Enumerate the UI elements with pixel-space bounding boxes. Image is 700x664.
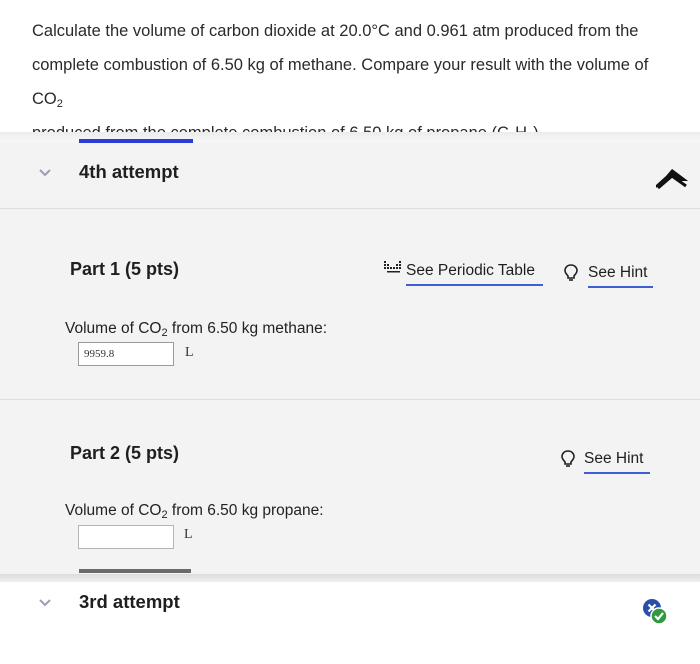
divider xyxy=(0,399,700,400)
lightbulb-icon[interactable] xyxy=(561,450,575,468)
chevron-down-icon[interactable] xyxy=(38,598,52,608)
divider xyxy=(0,208,700,209)
see-hint-link-part-1[interactable]: See Hint xyxy=(588,264,653,288)
periodic-table-icon[interactable] xyxy=(383,259,403,275)
see-hint-link-part-2[interactable]: See Hint xyxy=(584,450,650,474)
attempt-indicator xyxy=(79,569,191,573)
question-line-1: Calculate the volume of carbon dioxide a… xyxy=(32,22,639,40)
attempt-title-3rd[interactable]: 3rd attempt xyxy=(79,591,180,613)
part-2-prompt: Volume of CO2 from 6.50 kg propane: xyxy=(65,502,324,521)
section-separator xyxy=(0,574,700,582)
question-text: Calculate the volume of carbon dioxide a… xyxy=(32,14,682,150)
part-1-unit: L xyxy=(185,345,194,360)
part-2-unit: L xyxy=(184,527,193,542)
collapse-arrow-icon[interactable] xyxy=(654,168,690,190)
part-1-answer-input[interactable]: 9959.8 xyxy=(78,342,174,366)
part-1-title: Part 1 (5 pts) xyxy=(70,259,180,279)
lightbulb-icon[interactable] xyxy=(564,264,578,282)
chevron-down-icon[interactable] xyxy=(38,168,52,178)
part-1-prompt: Volume of CO2 from 6.50 kg methane: xyxy=(65,320,328,339)
active-attempt-indicator xyxy=(79,139,193,143)
part-2-title: Part 2 (5 pts) xyxy=(70,443,180,463)
see-periodic-table-link[interactable]: See Periodic Table xyxy=(406,262,543,286)
attempt-status-icon xyxy=(643,599,668,625)
attempt-title-4th[interactable]: 4th attempt xyxy=(79,161,179,183)
question-line-2: complete combustion of 6.50 kg of methan… xyxy=(32,56,649,110)
part-2-answer-input[interactable] xyxy=(78,525,174,549)
